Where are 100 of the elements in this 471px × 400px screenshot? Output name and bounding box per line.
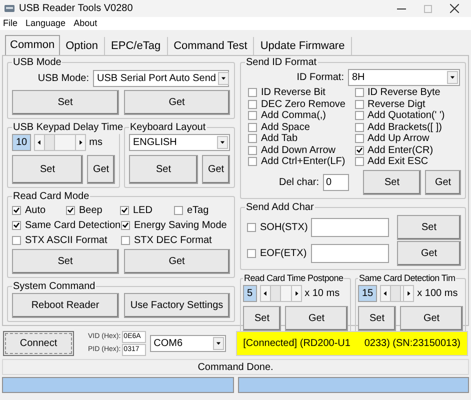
checkbox[interactable] <box>354 122 364 132</box>
button[interactable]: Set <box>129 155 198 184</box>
scroll-bar[interactable] <box>34 134 86 151</box>
button[interactable]: Reboot Reader <box>12 293 118 318</box>
checkbox-label: Add Comma(,) <box>261 110 326 122</box>
tab[interactable]: Command Test <box>168 37 254 55</box>
group-title: Read Card Time Postpone <box>243 272 344 284</box>
checkbox[interactable] <box>174 206 183 215</box>
checkbox[interactable] <box>248 146 257 155</box>
connection-status: [Connected] (RD200-U1 0233) (SN:23150013) <box>236 331 468 356</box>
dropdown[interactable]: COM6 <box>150 335 226 352</box>
caret-icon[interactable] <box>447 71 458 84</box>
caret-icon[interactable] <box>212 337 224 350</box>
window-title: USB Reader Tools V0280 <box>19 2 133 16</box>
checkbox-label: Add Brackets([ ]) <box>368 122 442 133</box>
close-icon[interactable] <box>450 4 459 13</box>
checkbox-label: STX ASCII Format <box>25 234 108 248</box>
input-field[interactable]: 0 <box>323 174 350 190</box>
input-field[interactable] <box>311 218 389 236</box>
input-field[interactable] <box>311 244 389 262</box>
menu-item[interactable]: About <box>74 16 98 30</box>
checkbox-label: Energy Saving Mode <box>134 219 227 233</box>
checkbox-label: Auto <box>25 204 46 218</box>
button[interactable]: Get <box>425 170 461 194</box>
button[interactable]: Get <box>202 155 230 184</box>
group-title: USB Mode <box>12 56 62 69</box>
checkbox[interactable] <box>247 222 256 232</box>
connect-button[interactable]: Connect <box>3 331 74 356</box>
button[interactable]: Get <box>400 306 463 330</box>
checkbox-label: Add Quotation(' ') <box>368 110 445 122</box>
checkbox[interactable] <box>248 157 257 166</box>
caret-icon[interactable] <box>218 72 229 85</box>
unit-label: x 100 ms <box>417 286 458 300</box>
button[interactable]: Get <box>87 155 115 184</box>
button[interactable]: Get <box>124 90 230 115</box>
button[interactable]: Use Factory Settings <box>124 293 230 318</box>
button[interactable]: Get <box>397 240 461 266</box>
status-bar: Command Done. <box>2 359 469 375</box>
checkbox-label: Beep <box>79 204 102 218</box>
checkbox[interactable] <box>248 134 257 144</box>
checkbox-label: eTag <box>187 204 209 218</box>
button[interactable]: Set <box>12 90 118 115</box>
tab[interactable]: Update Firmware <box>254 37 352 55</box>
checkbox[interactable] <box>120 206 129 215</box>
button[interactable]: Set <box>397 214 461 240</box>
scroll-bar[interactable] <box>380 284 414 302</box>
checkbox-label: DEC Zero Remove <box>261 98 346 110</box>
checkbox-label: STX DEC Format <box>134 234 212 248</box>
tab[interactable]: EPC/eTag <box>105 37 168 55</box>
checkbox-label: Add Down Arrow <box>261 144 336 156</box>
tab[interactable]: Common <box>5 35 60 55</box>
checkbox-label: Add Tab <box>261 133 298 144</box>
checkbox[interactable] <box>12 206 21 215</box>
dropdown[interactable]: 8H <box>348 69 460 86</box>
checkbox[interactable] <box>354 111 364 120</box>
app-icon <box>4 4 15 13</box>
checkbox[interactable] <box>247 248 256 258</box>
checkbox[interactable] <box>12 221 21 230</box>
checkbox-label: Reverse Digt <box>368 98 426 110</box>
button[interactable]: Set <box>12 249 118 274</box>
button[interactable]: Set <box>358 306 396 330</box>
checkbox-label: Add Up Arrow <box>368 133 430 144</box>
dropdown[interactable]: ENGLISH <box>129 134 230 151</box>
button[interactable]: Set <box>363 170 422 194</box>
menu-item[interactable]: Language <box>26 16 66 30</box>
checkbox[interactable] <box>354 157 364 166</box>
checkbox[interactable] <box>248 88 257 98</box>
scroll-bar[interactable] <box>260 284 302 302</box>
value-field[interactable]: 5 <box>243 284 257 302</box>
checkbox-label: Add Enter(CR) <box>368 144 434 156</box>
caret-icon[interactable] <box>217 136 228 149</box>
maximize-icon[interactable] <box>424 4 432 12</box>
checkbox-label: ID Reverse Bit <box>261 87 326 98</box>
group-title: Send ID Format <box>245 56 318 69</box>
checkbox[interactable] <box>248 122 257 132</box>
button[interactable]: Set <box>12 155 83 184</box>
menu-item[interactable]: File <box>3 16 18 30</box>
button[interactable]: Get <box>124 249 230 274</box>
dropdown[interactable]: USB Serial Port Auto Send <box>93 70 229 87</box>
group-title: Same Card Detection Tim <box>358 272 456 284</box>
field-label: USB Mode: <box>38 72 89 86</box>
checkbox[interactable] <box>248 100 257 109</box>
checkbox-label: Add Ctrl+Enter(LF) <box>261 156 346 168</box>
button[interactable]: Get <box>285 306 348 330</box>
checkbox[interactable] <box>121 221 130 230</box>
value-field[interactable]: 15 <box>358 284 378 302</box>
checkbox-label: Add Exit ESC <box>368 156 428 168</box>
checkbox[interactable] <box>248 111 257 120</box>
checkbox[interactable] <box>354 88 364 98</box>
checkbox[interactable] <box>354 146 364 155</box>
checkbox[interactable] <box>12 236 21 245</box>
checkbox[interactable] <box>354 100 364 109</box>
checkbox[interactable] <box>354 134 364 144</box>
checkbox-label: LED <box>133 204 152 218</box>
tab[interactable]: Option <box>60 37 106 55</box>
checkbox-label: Same Card Detection <box>25 219 121 233</box>
checkbox[interactable] <box>66 206 75 215</box>
checkbox[interactable] <box>121 236 130 245</box>
button[interactable]: Set <box>243 306 281 330</box>
value-field[interactable]: 10 <box>12 134 32 151</box>
